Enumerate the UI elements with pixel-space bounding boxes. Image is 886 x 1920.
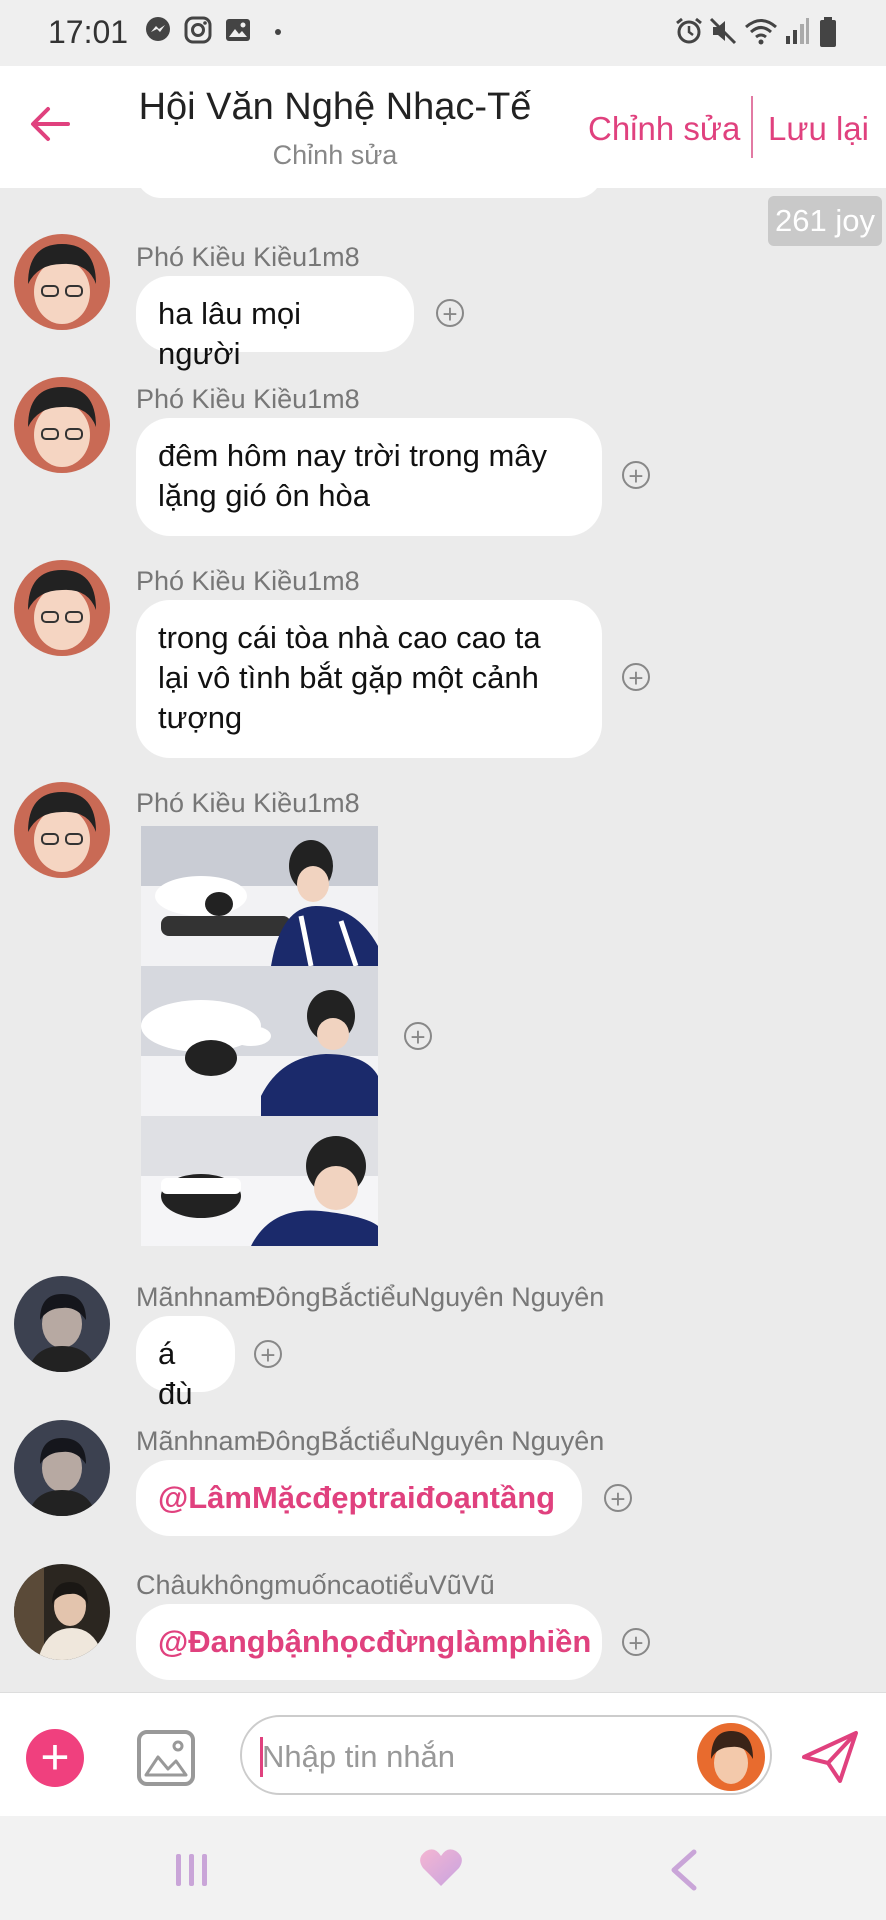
chat-subtitle: Chỉnh sửa — [272, 140, 398, 170]
save-button[interactable]: Lưu lại — [768, 110, 869, 148]
composer-bar: + — [0, 1692, 886, 1817]
previous-message-bubble — [136, 188, 602, 198]
reaction-add-icon[interactable]: + — [622, 461, 650, 490]
message-input[interactable] — [260, 1729, 684, 1785]
sender-name: MãnhnamĐôngBắctiểuNguyên Nguyên — [136, 1426, 605, 1456]
reaction-add-icon[interactable]: + — [254, 1340, 282, 1369]
avatar[interactable] — [14, 1420, 110, 1516]
avatar[interactable] — [14, 1564, 110, 1660]
message-bubble[interactable]: trong cái tòa nhà cao cao ta lại vô tình… — [136, 600, 602, 758]
messenger-icon — [146, 17, 170, 41]
sender-name: Phó Kiều Kiều1m8 — [136, 788, 360, 818]
reaction-add-icon[interactable]: + — [622, 663, 650, 692]
sender-name: MãnhnamĐôngBắctiểuNguyên Nguyên — [136, 1282, 605, 1312]
gallery-icon — [226, 19, 250, 41]
edit-button[interactable]: Chỉnh sửa — [588, 110, 740, 148]
sender-name: Phó Kiều Kiều1m8 — [136, 242, 360, 272]
signal-icon — [786, 18, 809, 44]
instagram-icon — [184, 16, 212, 44]
mute-icon — [709, 17, 737, 45]
avatar[interactable] — [14, 234, 110, 330]
joy-badge: 261 joy — [768, 196, 882, 246]
chat-header: Hội Văn Nghệ Nhạc-Tế Chỉnh sửa Chỉnh sửa… — [0, 66, 886, 188]
avatar[interactable] — [14, 560, 110, 656]
image-picker-icon[interactable] — [136, 1729, 196, 1787]
message-image[interactable] — [141, 826, 378, 1246]
avatar[interactable] — [14, 1276, 110, 1372]
message-bubble[interactable]: á đù — [136, 1316, 235, 1411]
back-nav-icon[interactable] — [668, 1848, 700, 1892]
reaction-add-icon[interactable]: + — [622, 1628, 650, 1657]
alarm-icon — [676, 17, 702, 44]
avatar[interactable] — [14, 377, 110, 473]
recent-apps-icon[interactable] — [172, 1850, 212, 1890]
wifi-icon — [745, 19, 777, 45]
header-divider — [751, 96, 753, 158]
message-bubble-mention[interactable]: @LâmMặcđẹptraiđoạntầng — [136, 1460, 582, 1536]
battery-icon — [820, 17, 836, 47]
send-icon[interactable] — [800, 1729, 860, 1785]
sender-name: Phó Kiều Kiều1m8 — [136, 384, 360, 414]
message-bubble-mention[interactable]: @Đangbậnhọcđừnglàmphiền — [136, 1604, 602, 1680]
message-input-wrapper[interactable] — [240, 1715, 772, 1795]
message-list[interactable]: 261 joy Phó Kiều Kiều1m8 ha lâu mọi ngườ… — [0, 188, 886, 1692]
status-bar: 17:01 — [0, 0, 886, 66]
message-bubble[interactable]: đêm hôm nay trời trong mây lặng gió ôn h… — [136, 418, 602, 536]
reaction-add-icon[interactable]: + — [404, 1022, 432, 1051]
status-time: 17:01 — [48, 14, 129, 50]
reaction-add-icon[interactable]: + — [436, 299, 464, 328]
back-arrow-icon[interactable] — [28, 104, 72, 144]
persona-avatar[interactable] — [697, 1723, 765, 1791]
avatar[interactable] — [14, 782, 110, 878]
sender-name: Phó Kiều Kiều1m8 — [136, 566, 360, 596]
reaction-add-icon[interactable]: + — [604, 1484, 632, 1513]
sender-name: ChâukhôngmuốncaotiểuVũVũ — [136, 1570, 495, 1600]
message-bubble[interactable]: ha lâu mọi người — [136, 276, 414, 371]
add-attachment-button[interactable]: + — [26, 1729, 84, 1787]
dot-icon — [275, 29, 281, 35]
home-heart-icon[interactable] — [418, 1846, 464, 1890]
system-nav-bar — [0, 1816, 886, 1920]
chat-title: Hội Văn Nghệ Nhạc-Tế — [138, 86, 532, 128]
